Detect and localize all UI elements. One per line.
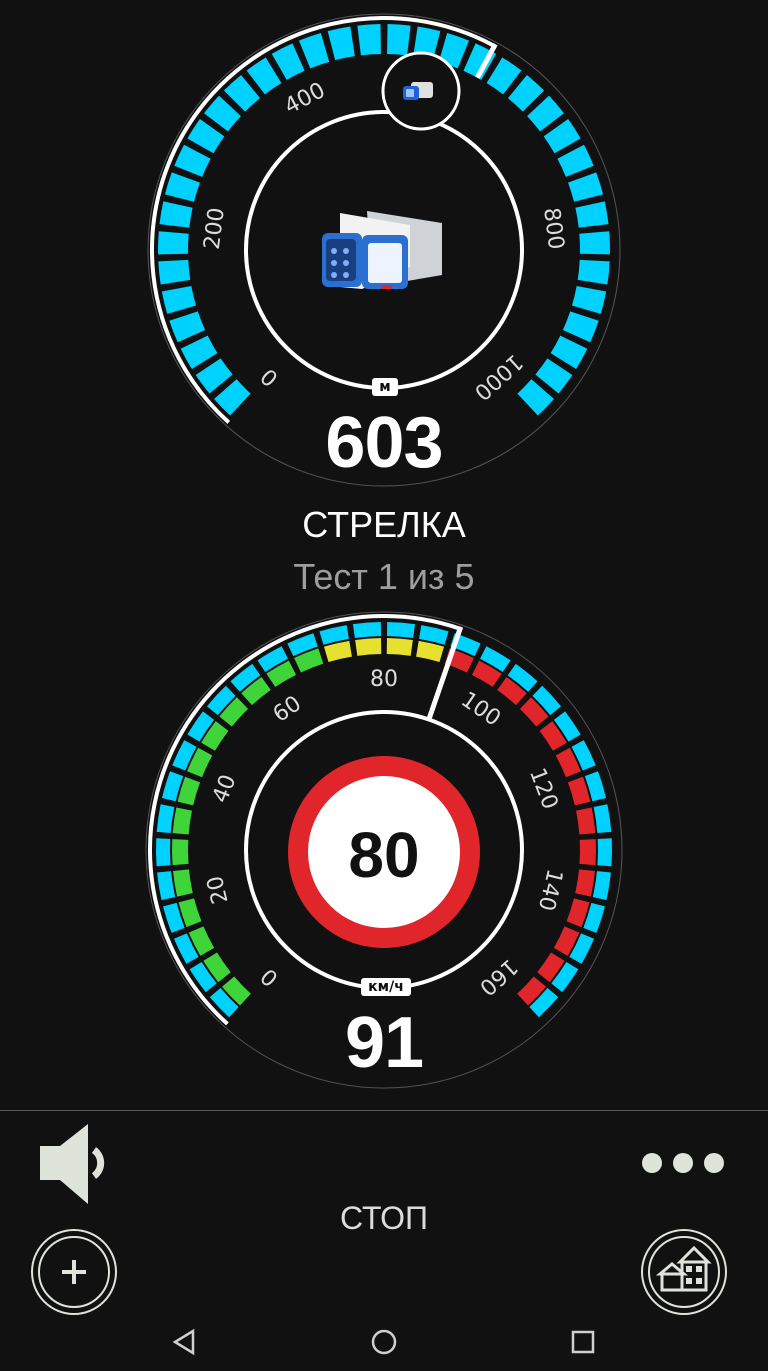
speed-zone-segment [355,638,382,656]
distance-gauge: 0 200 400 800 1000 м 603 [0,0,768,500]
distance-segment [577,259,610,285]
mode-title: СТРЕЛКА [302,504,466,545]
speed-zone-segment [323,640,352,663]
speed-scale-label: 40 [208,771,241,806]
speed-scale-label: 0 [256,963,283,991]
speed-outer-segment [386,622,416,638]
speaker-icon [40,1124,105,1204]
speed-zone-segment [172,839,189,866]
speed-value: 91 [344,1003,424,1083]
speed-unit-badge: км/ч [361,978,411,996]
divider [0,1110,768,1111]
speed-zone-segment [579,839,597,866]
distance-segment [579,231,610,255]
distance-segment [159,201,193,228]
add-icon [31,1229,117,1315]
distance-scale-label: 400 [281,78,330,120]
distance-segment [164,172,200,202]
speed-outer-segment [157,871,176,901]
distance-segment [568,172,604,202]
speed-scale-label: 160 [474,953,522,1000]
home-zone-icon [641,1229,727,1315]
distance-segment [169,311,206,343]
distance-segment [271,43,305,80]
add-button[interactable] [30,1228,118,1316]
distance-scale-label: 0 [256,363,283,391]
speed-outer-segment [156,804,175,834]
speed-scale-label: 80 [370,667,398,692]
distance-segment [158,259,191,285]
sound-button[interactable] [38,1124,108,1204]
radar-detector-icon [322,211,442,289]
speed-scale-label: 20 [203,873,234,906]
distance-segment [174,144,211,177]
speed-limit-value: 80 [348,819,419,891]
speed-outer-segment [597,838,612,867]
speed-scale-label: 100 [456,687,505,731]
mode-subtitle: Тест 1 из 5 [293,556,475,597]
distance-segment [158,231,189,255]
speed-zone-segment [386,638,413,656]
distance-segment [180,335,218,369]
speed-zone-segment [576,807,596,835]
distance-segment [575,201,609,228]
distance-segment [562,311,599,343]
speed-scale-label: 140 [533,866,567,913]
more-button[interactable] [640,1150,726,1176]
speed-outer-segment [352,622,382,638]
speed-gauge: 0 20 40 60 80 100 120 140 160 80 км/ч 91 [0,600,768,1100]
speed-scale-label: 60 [269,691,306,727]
system-navbar [0,1316,768,1366]
home-zone-button[interactable] [640,1228,728,1316]
home-circle-icon[interactable] [371,1329,397,1355]
distance-segment [298,33,330,69]
speed-zone-segment [173,869,193,897]
distance-segment [327,26,355,61]
distance-segment [161,285,197,314]
more-dots-icon [642,1153,724,1173]
speed-zone-segment [416,640,445,663]
distance-value: 603 [325,403,443,483]
speed-outer-segment [156,838,171,867]
distance-scale-label: 1000 [469,349,527,405]
distance-segment [357,24,381,56]
recents-square-icon[interactable] [571,1330,595,1354]
distance-scale-label: 800 [538,206,568,251]
distance-segment [571,285,607,314]
back-triangle-icon[interactable] [172,1328,195,1356]
speed-scale-label: 120 [524,765,562,813]
distance-segment [550,335,588,369]
speed-outer-segment [592,871,611,901]
speed-zone-segment [575,869,595,897]
distance-segment [387,24,411,56]
distance-segment [557,144,594,177]
distance-scale-label: 200 [200,206,230,251]
speed-zone-segment [172,807,192,835]
speed-outer-segment [593,804,612,834]
distance-unit-badge: м [372,378,398,396]
